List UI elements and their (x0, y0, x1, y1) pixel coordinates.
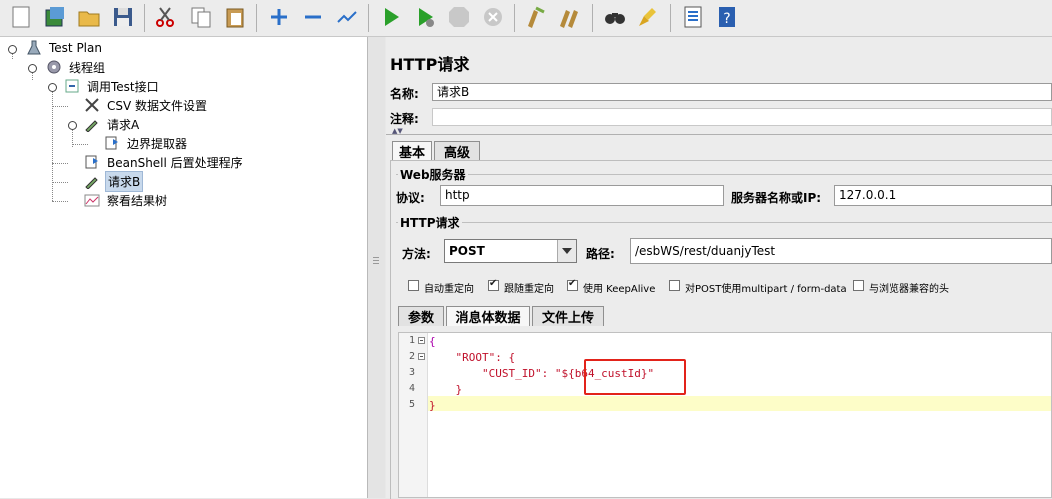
tree-item-label: CSV 数据文件设置 (107, 98, 208, 113)
tree-item-beanshell[interactable]: BeanShell 后置处理程序 (82, 153, 245, 171)
test-plan-tree[interactable]: Test Plan 线程组 调用Test接口 CSV 数据文件设置 请求A 边界… (0, 37, 368, 498)
tree-item-label: 请求B (105, 170, 144, 192)
server-label: 服务器名称或IP: (731, 191, 822, 205)
tree-item-label: 边界提取器 (127, 136, 188, 151)
tree-item-label: 请求A (107, 117, 140, 132)
code-line: { (429, 335, 436, 348)
checkbox-label: 使用 KeepAlive (583, 284, 656, 295)
stop-icon[interactable] (444, 2, 474, 32)
controller-icon (62, 77, 82, 95)
tree-item-label: 线程组 (69, 60, 106, 75)
search-icon[interactable] (600, 2, 630, 32)
name-field[interactable]: 请求B (432, 83, 1052, 101)
comment-label: 注释: (390, 112, 419, 126)
server-field[interactable]: 127.0.0.1 (834, 185, 1052, 206)
postprocessor-icon (82, 153, 102, 171)
flask-icon (24, 39, 44, 57)
gear-icon (44, 58, 64, 76)
multipart-checkbox[interactable] (669, 280, 680, 291)
method-label: 方法: (402, 247, 431, 261)
tab-advanced[interactable]: 高级 (434, 141, 480, 161)
tree-item-controller[interactable]: 调用Test接口 (62, 77, 161, 95)
collapse-icon[interactable] (298, 2, 328, 32)
tree-item-results-tree[interactable]: 察看结果树 (82, 191, 169, 209)
tree-item-label: 调用Test接口 (87, 79, 159, 94)
line-number: 5 (409, 399, 416, 410)
pipette-icon (82, 115, 102, 133)
method-value: POST (449, 244, 485, 258)
code-line: } (429, 383, 463, 396)
tree-item-csv[interactable]: CSV 数据文件设置 (82, 96, 209, 114)
open-icon[interactable] (74, 2, 104, 32)
browser-headers-checkbox[interactable] (853, 280, 864, 291)
line-number: 1 (409, 335, 416, 346)
toolbar: ? (0, 0, 1052, 37)
paste-icon[interactable] (220, 2, 250, 32)
tree-item-thread-group[interactable]: 线程组 (44, 58, 107, 76)
tree-item-request-a[interactable]: 请求A (82, 115, 141, 133)
templates-icon[interactable] (40, 2, 70, 32)
tree-item-label: BeanShell 后置处理程序 (107, 155, 243, 170)
auto-redirect-checkbox[interactable] (408, 280, 419, 291)
http-request-group-title: HTTP请求 (398, 214, 462, 231)
code-line: "ROOT": { (429, 351, 516, 364)
cut-icon[interactable] (150, 2, 180, 32)
tree-item-label: 察看结果树 (107, 193, 168, 208)
clear-all-icon[interactable] (554, 2, 584, 32)
name-label: 名称: (390, 87, 419, 101)
toggle-icon[interactable] (332, 2, 362, 32)
keepalive-checkbox[interactable] (567, 278, 578, 291)
checkbox-label: 自动重定向 (424, 284, 474, 295)
line-number: 3 (409, 367, 416, 378)
page-title: HTTP请求 (390, 55, 470, 74)
tree-item-label: Test Plan (49, 41, 102, 55)
fold-toggle-icon[interactable] (418, 353, 425, 360)
web-server-group-title: Web服务器 (398, 166, 468, 183)
new-icon[interactable] (6, 2, 36, 32)
tab-basic[interactable]: 基本 (392, 141, 432, 161)
function-helper-icon[interactable] (678, 2, 708, 32)
body-data-editor[interactable]: 1 2 3 4 5 { "ROOT": { "CUST_ID": "${b64_… (398, 332, 1052, 498)
checkbox-label: 对POST使用multipart / form-data (685, 284, 847, 295)
code-line: } (429, 399, 436, 412)
chart-icon (82, 191, 102, 209)
path-field[interactable]: /esbWS/rest/duanjyTest (630, 238, 1052, 264)
http-request-panel: HTTP请求 名称: 请求B 注释: ▲▼ 基本 高级 Web服务器 协议: h… (386, 37, 1052, 499)
tab-body-data[interactable]: 消息体数据 (446, 306, 530, 326)
checkbox-label: 与浏览器兼容的头 (869, 284, 949, 295)
protocol-label: 协议: (396, 191, 425, 205)
tree-item-request-b[interactable]: 请求B (82, 170, 144, 192)
save-icon[interactable] (108, 2, 138, 32)
help-icon[interactable]: ? (712, 2, 742, 32)
tab-parameters[interactable]: 参数 (398, 306, 444, 326)
reset-search-icon[interactable] (634, 2, 664, 32)
start-icon[interactable] (376, 2, 406, 32)
chevron-down-icon[interactable] (557, 240, 576, 262)
extractor-icon (102, 134, 122, 152)
path-label: 路径: (586, 247, 615, 261)
clear-icon[interactable] (520, 2, 550, 32)
shutdown-icon[interactable] (478, 2, 508, 32)
pipette-icon (82, 172, 102, 190)
scissors-icon (82, 96, 102, 114)
comment-field[interactable] (432, 108, 1052, 126)
checkbox-label: 跟随重定向 (504, 284, 554, 295)
svg-text:?: ? (723, 11, 730, 27)
tree-item-extractor[interactable]: 边界提取器 (102, 134, 189, 152)
protocol-field[interactable]: http (440, 185, 724, 206)
line-number: 2 (409, 351, 416, 362)
fold-toggle-icon[interactable] (418, 337, 425, 344)
start-no-pause-icon[interactable] (410, 2, 440, 32)
split-pane-divider[interactable] (368, 37, 385, 498)
tab-file-upload[interactable]: 文件上传 (532, 306, 604, 326)
line-number: 4 (409, 383, 416, 394)
method-select[interactable]: POST (444, 239, 577, 263)
highlight-box (584, 359, 686, 395)
copy-icon[interactable] (186, 2, 216, 32)
expand-icon[interactable] (264, 2, 294, 32)
tree-item-test-plan[interactable]: Test Plan (24, 39, 104, 57)
follow-redirect-checkbox[interactable] (488, 278, 499, 291)
